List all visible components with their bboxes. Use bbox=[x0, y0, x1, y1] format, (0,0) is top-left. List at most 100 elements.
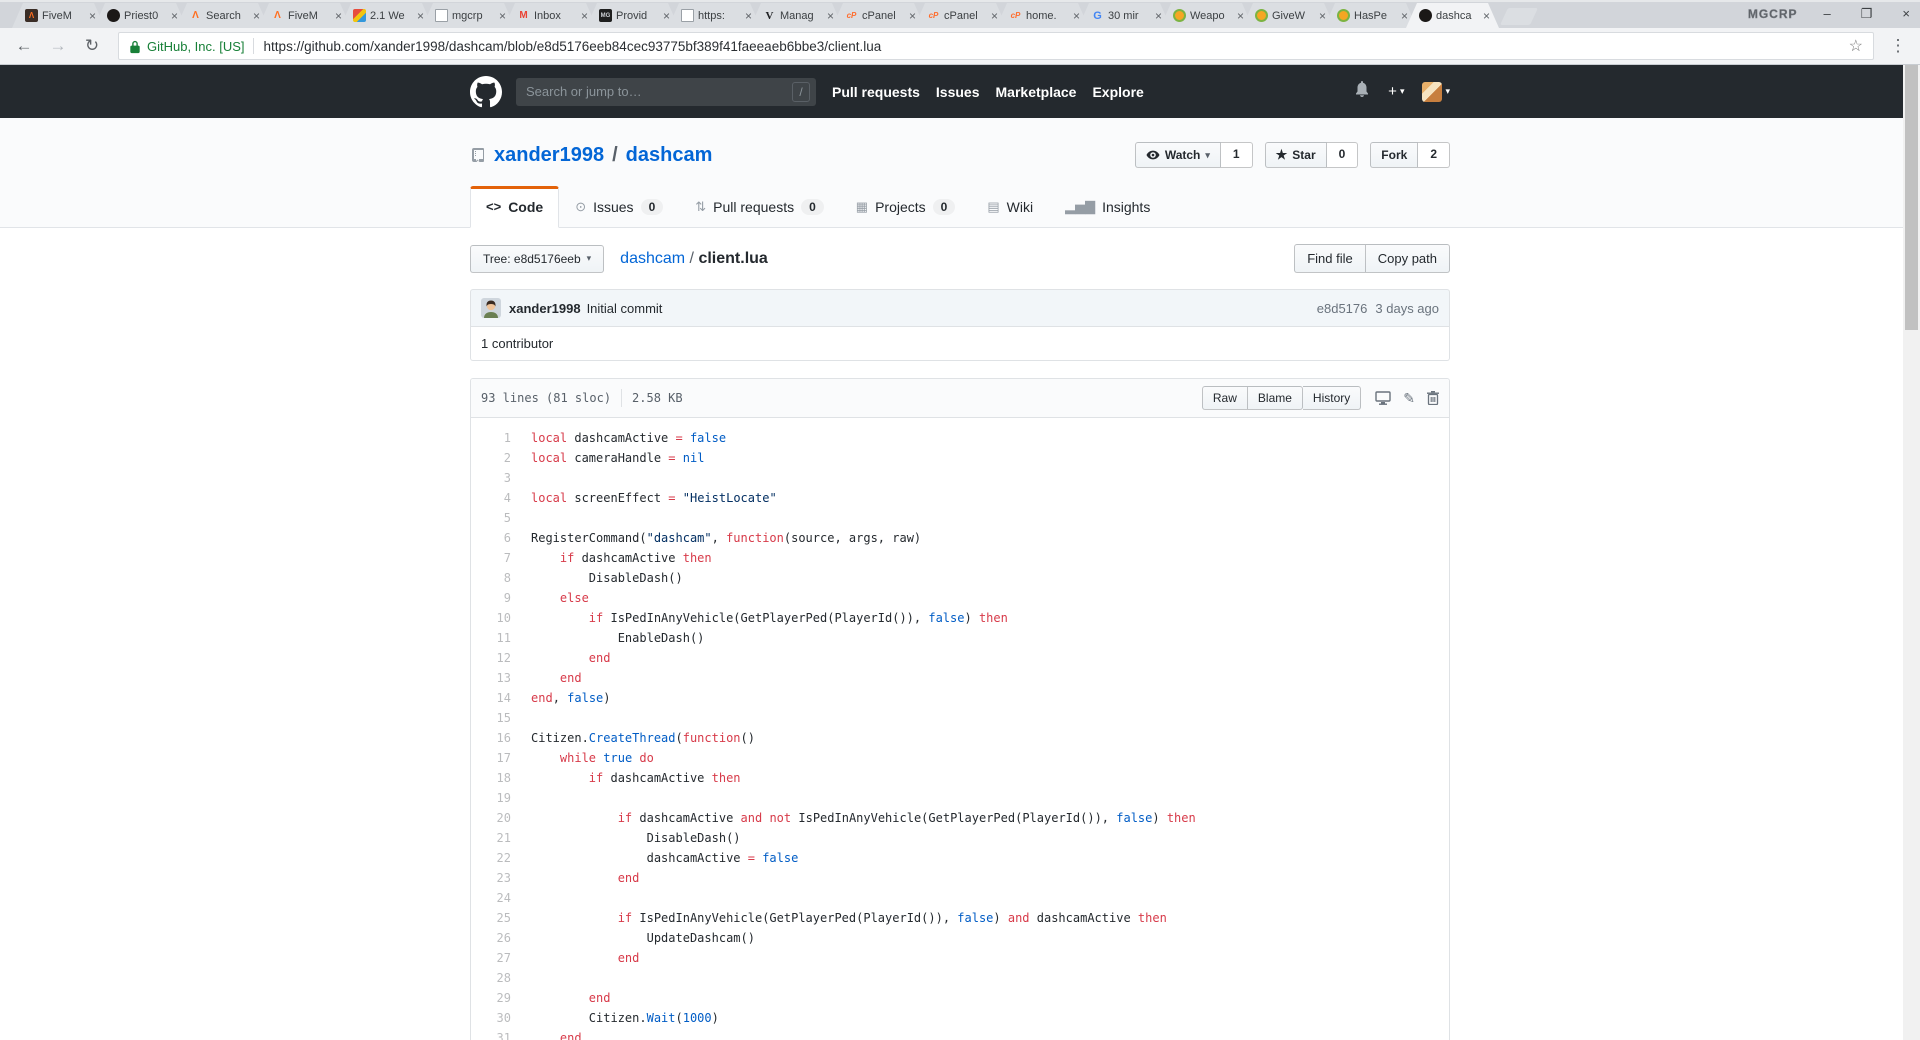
github-nav-marketplace[interactable]: Marketplace bbox=[996, 84, 1077, 100]
address-bar[interactable]: GitHub, Inc. [US] https://github.com/xan… bbox=[118, 32, 1874, 60]
tab-close-icon[interactable]: × bbox=[1072, 9, 1081, 23]
browser-tab[interactable]: V Manag × bbox=[750, 3, 843, 28]
tab-close-icon[interactable]: × bbox=[416, 9, 425, 23]
browser-profile-label[interactable]: MGCRP bbox=[1748, 7, 1798, 21]
browser-tab[interactable]: dashca × bbox=[1406, 3, 1499, 28]
line-number[interactable]: 10 bbox=[471, 608, 521, 628]
line-number[interactable]: 25 bbox=[471, 908, 521, 928]
repo-tab-issues[interactable]: ⊙ Issues 0 bbox=[559, 186, 679, 228]
browser-tab[interactable]: HasPe × bbox=[1324, 3, 1417, 28]
commit-message[interactable]: Initial commit bbox=[587, 301, 663, 316]
commit-author[interactable]: xander1998 bbox=[509, 301, 581, 316]
back-icon[interactable]: ← bbox=[10, 36, 38, 56]
repo-tab-wiki[interactable]: ▤ Wiki bbox=[971, 186, 1049, 228]
bookmark-star-icon[interactable]: ☆ bbox=[1849, 36, 1863, 56]
window-maximize-button[interactable]: ❐ bbox=[1861, 6, 1873, 22]
line-number[interactable]: 6 bbox=[471, 528, 521, 548]
watch-button[interactable]: Watch ▾ bbox=[1134, 142, 1221, 168]
blame-button[interactable]: Blame bbox=[1247, 386, 1303, 410]
line-number[interactable]: 1 bbox=[471, 428, 521, 448]
tab-close-icon[interactable]: × bbox=[498, 9, 507, 23]
edit-pencil-icon[interactable]: ✎ bbox=[1403, 390, 1415, 407]
tab-close-icon[interactable]: × bbox=[580, 9, 589, 23]
line-number[interactable]: 12 bbox=[471, 648, 521, 668]
window-minimize-button[interactable]: – bbox=[1824, 6, 1831, 22]
browser-tab[interactable]: mgcrp × bbox=[422, 3, 515, 28]
open-in-desktop-icon[interactable] bbox=[1375, 391, 1391, 405]
line-number[interactable]: 17 bbox=[471, 748, 521, 768]
line-number[interactable]: 15 bbox=[471, 708, 521, 728]
tab-close-icon[interactable]: × bbox=[1154, 9, 1163, 23]
url-text[interactable]: https://github.com/xander1998/dashcam/bl… bbox=[264, 39, 1841, 54]
refresh-icon[interactable]: ↻ bbox=[78, 36, 106, 56]
branch-selector-button[interactable]: Tree: e8d5176eeb ▾ bbox=[470, 244, 605, 273]
breadcrumb-repo-link[interactable]: dashcam bbox=[620, 250, 685, 267]
line-number[interactable]: 29 bbox=[471, 988, 521, 1008]
security-badge[interactable]: GitHub, Inc. [US] bbox=[147, 39, 245, 54]
line-number[interactable]: 19 bbox=[471, 788, 521, 808]
tab-close-icon[interactable]: × bbox=[826, 9, 835, 23]
history-button[interactable]: History bbox=[1302, 386, 1362, 410]
line-number[interactable]: 24 bbox=[471, 888, 521, 908]
tab-close-icon[interactable]: × bbox=[1318, 9, 1327, 23]
line-number[interactable]: 13 bbox=[471, 668, 521, 688]
browser-tab[interactable]: Weapo × bbox=[1160, 3, 1253, 28]
tab-close-icon[interactable]: × bbox=[334, 9, 343, 23]
star-count[interactable]: 0 bbox=[1326, 142, 1359, 168]
browser-menu-icon[interactable]: ⋮ bbox=[1886, 36, 1910, 56]
repo-tab-code[interactable]: <> Code bbox=[470, 186, 560, 228]
tab-close-icon[interactable]: × bbox=[1482, 9, 1491, 23]
line-number[interactable]: 22 bbox=[471, 848, 521, 868]
line-number[interactable]: 26 bbox=[471, 928, 521, 948]
create-new-dropdown[interactable]: + ▾ bbox=[1388, 83, 1404, 100]
user-menu[interactable]: ▾ bbox=[1422, 81, 1450, 102]
commit-author-avatar[interactable] bbox=[481, 298, 501, 318]
tab-close-icon[interactable]: × bbox=[908, 9, 917, 23]
browser-tab[interactable]: Λ Search × bbox=[176, 3, 269, 28]
browser-tab[interactable]: cP home. × bbox=[996, 3, 1089, 28]
github-search-input[interactable] bbox=[516, 77, 816, 106]
browser-tab[interactable]: Λ FiveM × bbox=[258, 3, 351, 28]
github-nav-issues[interactable]: Issues bbox=[936, 84, 980, 100]
forward-icon[interactable]: → bbox=[44, 36, 72, 56]
line-number[interactable]: 4 bbox=[471, 488, 521, 508]
browser-tab[interactable]: cP cPanel × bbox=[914, 3, 1007, 28]
line-number[interactable]: 27 bbox=[471, 948, 521, 968]
line-number[interactable]: 11 bbox=[471, 628, 521, 648]
fork-count[interactable]: 2 bbox=[1418, 142, 1450, 168]
github-nav-pull-requests[interactable]: Pull requests bbox=[832, 84, 920, 100]
line-number[interactable]: 9 bbox=[471, 588, 521, 608]
github-nav-explore[interactable]: Explore bbox=[1092, 84, 1143, 100]
new-tab-button[interactable] bbox=[1500, 8, 1538, 25]
line-number[interactable]: 3 bbox=[471, 468, 521, 488]
line-number[interactable]: 30 bbox=[471, 1008, 521, 1028]
find-file-button[interactable]: Find file bbox=[1294, 244, 1366, 273]
repo-owner-link[interactable]: xander1998 bbox=[494, 144, 604, 167]
line-number[interactable]: 21 bbox=[471, 828, 521, 848]
copy-path-button[interactable]: Copy path bbox=[1365, 244, 1450, 273]
fork-button[interactable]: Fork bbox=[1370, 142, 1419, 168]
repo-tab-pull-requests[interactable]: ⇅ Pull requests 0 bbox=[679, 186, 840, 228]
browser-tab[interactable]: GiveW × bbox=[1242, 3, 1335, 28]
line-number[interactable]: 16 bbox=[471, 728, 521, 748]
line-number[interactable]: 5 bbox=[471, 508, 521, 528]
commit-sha[interactable]: e8d5176 bbox=[1317, 301, 1368, 316]
repo-tab-projects[interactable]: ▦ Projects 0 bbox=[840, 186, 972, 228]
line-number[interactable]: 23 bbox=[471, 868, 521, 888]
browser-tab[interactable]: Λ FiveM × bbox=[12, 3, 105, 28]
raw-button[interactable]: Raw bbox=[1201, 386, 1248, 410]
contributors-bar[interactable]: 1 contributor bbox=[470, 327, 1450, 361]
watch-count[interactable]: 1 bbox=[1220, 142, 1253, 168]
browser-tab[interactable]: Priest0 × bbox=[94, 3, 187, 28]
tab-close-icon[interactable]: × bbox=[662, 9, 671, 23]
browser-tab[interactable]: 2.1 We × bbox=[340, 3, 433, 28]
line-number[interactable]: 2 bbox=[471, 448, 521, 468]
delete-trash-icon[interactable] bbox=[1427, 391, 1439, 405]
line-number[interactable]: 28 bbox=[471, 968, 521, 988]
tab-close-icon[interactable]: × bbox=[252, 9, 261, 23]
window-close-button[interactable]: × bbox=[1902, 6, 1910, 22]
browser-tab[interactable]: G 30 mir × bbox=[1078, 3, 1171, 28]
tab-close-icon[interactable]: × bbox=[744, 9, 753, 23]
repo-tab-insights[interactable]: ▂▅▇ Insights bbox=[1049, 186, 1166, 228]
browser-tab[interactable]: MG Provid × bbox=[586, 3, 679, 28]
